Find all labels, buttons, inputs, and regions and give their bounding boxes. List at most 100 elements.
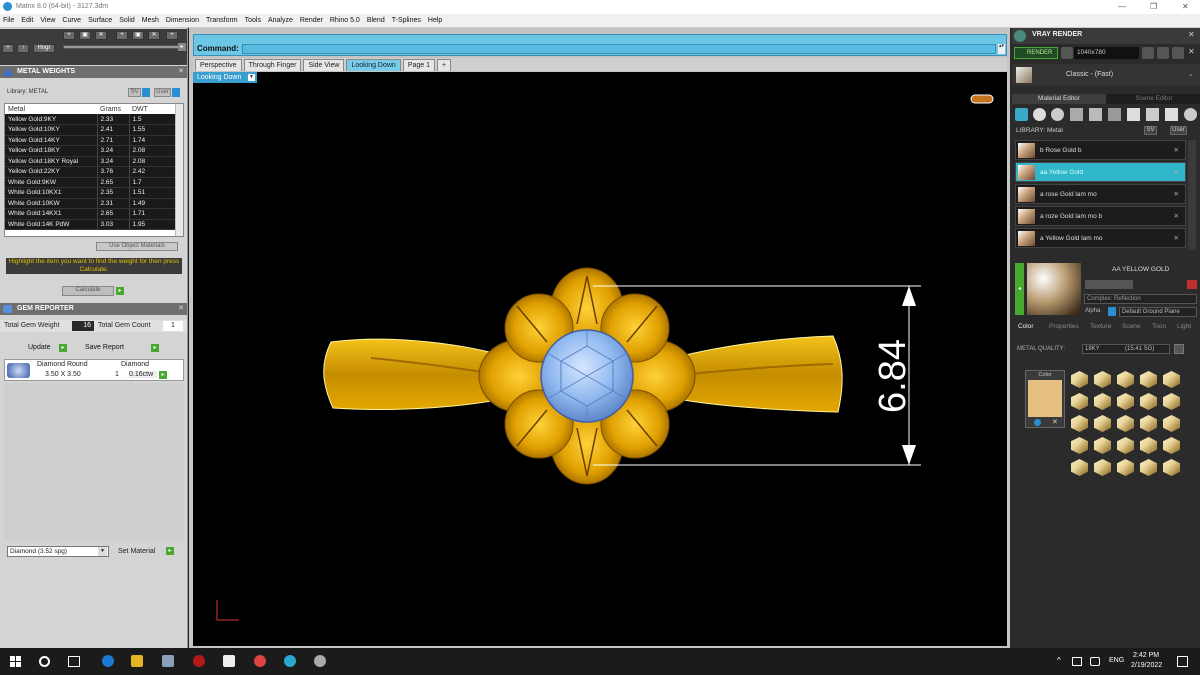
swatch-icon[interactable] (1140, 393, 1157, 410)
close-icon[interactable]: ✕ (1174, 185, 1179, 205)
material-action-icons[interactable] (1085, 280, 1133, 289)
set-material-arrow-icon[interactable]: ▸ (166, 547, 174, 555)
material-tool-icon-4[interactable] (1070, 108, 1083, 121)
clock-time[interactable]: 2:42 PM (1133, 652, 1159, 659)
table-row[interactable]: Yellow Gold:14KY 2.71 1.74 (5, 135, 177, 146)
table-row[interactable]: Yellow Gold:10KY 2.41 1.55 (5, 124, 177, 136)
calculate-arrow-icon[interactable]: ▸ (116, 287, 124, 295)
close-icon[interactable]: ✕ (1182, 0, 1189, 14)
viewport[interactable]: 6.84 (193, 72, 1007, 646)
tab-material-editor[interactable]: Material Editor (1012, 94, 1106, 104)
color-picker[interactable]: Color ✕ (1025, 370, 1065, 428)
swatch-icon[interactable] (1094, 459, 1111, 476)
menu-mesh[interactable]: Mesh (142, 17, 159, 24)
tool-button-2[interactable]: ▣ (79, 31, 91, 40)
use-object-materials-checkbox[interactable]: Use Object Materials (96, 242, 178, 251)
move-up-button[interactable]: ↑ (17, 44, 29, 53)
tab-looking-down[interactable]: Looking Down (346, 59, 401, 71)
column-dwt[interactable]: DWT (129, 104, 177, 114)
style-selector[interactable]: Classic - (Fast) ⌄ (1012, 64, 1200, 86)
swatch-icon[interactable] (1094, 437, 1111, 454)
update-arrow-icon[interactable]: ▸ (59, 344, 67, 352)
light-bulb-icon[interactable] (1184, 108, 1197, 121)
menu-tsplines[interactable]: T-Splines (392, 17, 421, 24)
maximize-icon[interactable]: ❐ (1150, 0, 1157, 14)
app-icon[interactable] (162, 655, 174, 667)
notification-icon[interactable] (1177, 656, 1188, 667)
tool-button-1[interactable]: + (63, 31, 75, 40)
file-explorer-icon[interactable] (131, 655, 143, 667)
material-item-selected[interactable]: aa Yellow Gold ✕ (1015, 162, 1186, 182)
search-icon[interactable] (39, 656, 50, 667)
gem-arrow-icon[interactable]: ▸ (159, 371, 167, 379)
edge-icon[interactable] (102, 655, 114, 667)
camera-icon[interactable] (1061, 47, 1073, 59)
swatch-icon[interactable] (1117, 371, 1134, 388)
material-tool-icon-7[interactable] (1127, 108, 1140, 121)
table-row[interactable]: Yellow Gold:18KY 3.24 2.08 (5, 145, 177, 157)
task-view-icon[interactable] (68, 656, 80, 667)
menu-edit[interactable]: Edit (21, 17, 33, 24)
set-material-button[interactable]: Set Material (118, 548, 155, 555)
command-scroll-icon[interactable]: ▴▾ (998, 44, 1005, 54)
tab-page-1[interactable]: Page 1 (402, 59, 436, 71)
swatch-icon[interactable] (1071, 371, 1088, 388)
tab-scene-editor[interactable]: Scene Editor (1108, 94, 1200, 104)
ground-plane-select[interactable]: Default Ground Plane (1119, 307, 1197, 317)
delete-material-icon[interactable] (1187, 280, 1197, 289)
tab-scene[interactable]: Scene (1122, 323, 1140, 330)
chevron-down-icon[interactable]: ▼ (98, 547, 107, 556)
toolbar-slider[interactable] (63, 45, 181, 49)
render-history-icon[interactable] (1157, 47, 1169, 59)
color-swatch[interactable] (1028, 380, 1062, 417)
menu-curve[interactable]: Curve (62, 17, 81, 24)
swatch-icon-selected[interactable] (1094, 415, 1111, 432)
table-row[interactable]: White Gold:14K PdW 3.03 1.95 (5, 219, 177, 230)
collapse-arrow-icon[interactable]: ◂ (1015, 263, 1024, 315)
matrix-icon[interactable] (284, 655, 296, 667)
start-icon[interactable] (10, 656, 21, 667)
hinge-button[interactable]: Hngr (33, 44, 55, 53)
swatch-icon[interactable] (1140, 415, 1157, 432)
column-metal[interactable]: Metal (5, 104, 97, 114)
tab-texture[interactable]: Texture (1090, 323, 1111, 330)
close-icon[interactable]: ✕ (178, 66, 184, 78)
chevron-down-icon[interactable]: ⌄ (1188, 70, 1194, 78)
chevron-down-icon[interactable]: ▼ (248, 74, 255, 81)
tab-light[interactable]: Light (1177, 323, 1191, 330)
menu-render[interactable]: Render (300, 17, 323, 24)
chrome-icon[interactable] (254, 655, 266, 667)
gumball-widget[interactable] (970, 94, 994, 104)
table-row[interactable]: White Gold:10KX1 2.35 1.51 (5, 187, 177, 199)
menu-solid[interactable]: Solid (119, 17, 135, 24)
app-icon[interactable] (314, 655, 326, 667)
material-select[interactable]: Diamond (3.52 spg) ▼ (7, 546, 109, 557)
tool-button-7[interactable]: + (166, 31, 178, 40)
language-indicator[interactable]: ENG (1109, 657, 1124, 664)
swatch-icon[interactable] (1117, 415, 1134, 432)
swatch-icon[interactable] (1094, 393, 1111, 410)
tool-button-5[interactable]: ▣ (132, 31, 144, 40)
menu-transform[interactable]: Transform (206, 17, 238, 24)
menu-view[interactable]: View (40, 17, 55, 24)
material-item[interactable]: a roze Gold lam mo b ✕ (1015, 206, 1186, 226)
swatch-icon[interactable] (1163, 393, 1180, 410)
tool-button-6[interactable]: ✕ (148, 31, 160, 40)
menu-blend[interactable]: Blend (367, 17, 385, 24)
table-row[interactable]: Yellow Gold:18KY Royal 3.24 2.08 (5, 156, 177, 167)
swatch-icon[interactable] (1117, 437, 1134, 454)
update-button[interactable]: Update (28, 344, 51, 351)
swatch-icon[interactable] (1140, 437, 1157, 454)
save-report-button[interactable]: Save Report (85, 344, 124, 351)
render-settings-icon[interactable] (1142, 47, 1154, 59)
network-icon[interactable] (1072, 657, 1082, 666)
table-row[interactable]: White Gold:10KW 2.31 1.49 (5, 198, 177, 209)
swatch-icon[interactable] (1094, 371, 1111, 388)
swatch-icon[interactable] (1140, 371, 1157, 388)
add-button[interactable]: + (2, 44, 14, 53)
swatch-icon[interactable] (1117, 393, 1134, 410)
menu-dimension[interactable]: Dimension (166, 17, 199, 24)
menu-help[interactable]: Help (428, 17, 442, 24)
close-icon[interactable]: ✕ (1174, 207, 1179, 227)
close-icon[interactable]: ✕ (1174, 229, 1179, 249)
